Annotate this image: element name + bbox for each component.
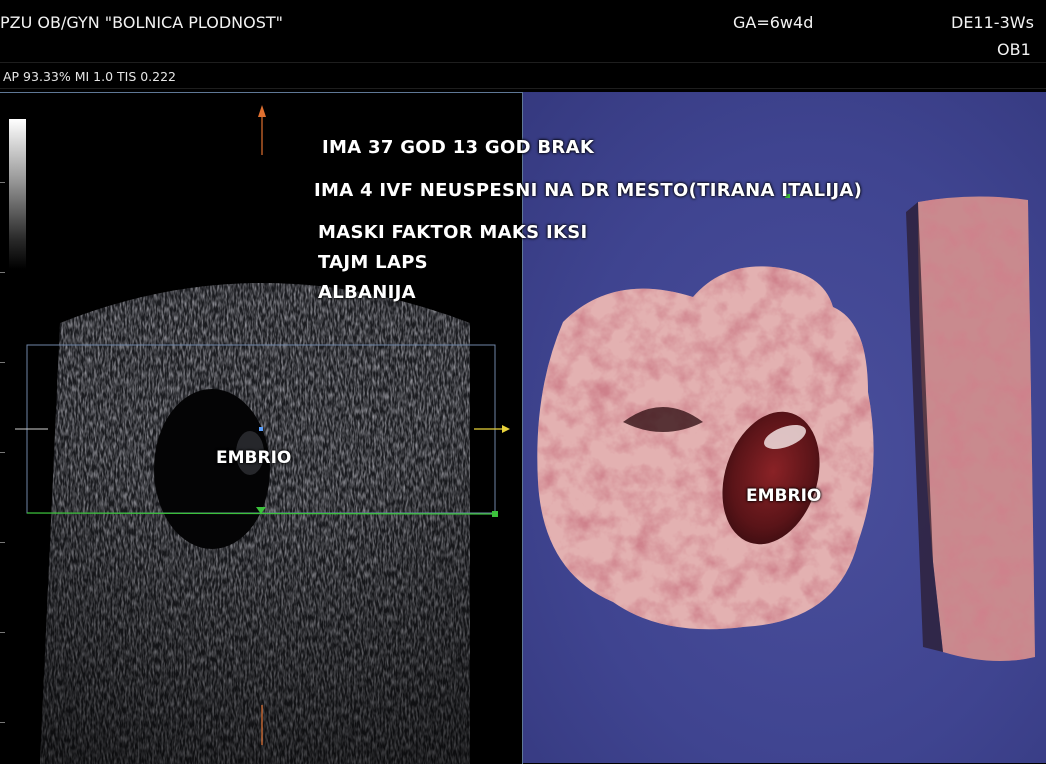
green-position-marker[interactable] [492,511,498,517]
center-point [259,427,263,431]
depth-tick [0,542,5,543]
acoustic-parameters: AP 93.33% MI 1.0 TIS 0.222 [3,69,177,84]
annotation-line-4: TAJM LAPS [318,252,428,273]
yellow-marker-arrow-icon [502,425,510,433]
clinic-name: PZU OB/GYN "BOLNICA PLODNOST" [0,13,284,32]
annotation-line-3: MASKI FAKTOR MAKS IKSI [318,222,588,243]
orange-orientation-arrow-icon [258,105,266,117]
preset-name: OB1 [997,40,1031,59]
bmode-embrio-label: EMBRIO [216,448,292,468]
grayscale-bar-icon [9,119,26,269]
gestational-age: GA=6w4d [733,13,814,32]
depth-tick [0,182,5,183]
probe-name: DE11-3Ws [951,13,1034,32]
depth-tick [0,632,5,633]
depth-tick [0,722,5,723]
header-divider [0,62,1046,63]
annotation-line-2: IMA 4 IVF NEUSPESNI NA DR MESTO(TIRANA I… [314,180,863,201]
depth-tick [0,272,5,273]
depth-tick [0,362,5,363]
params-divider [0,88,1046,89]
depth-tick [0,452,5,453]
annotation-line-1: IMA 37 GOD 13 GOD BRAK [322,137,595,158]
render-embrio-label: EMBRIO [746,486,822,506]
annotation-line-5: ALBANIJA [318,282,416,303]
